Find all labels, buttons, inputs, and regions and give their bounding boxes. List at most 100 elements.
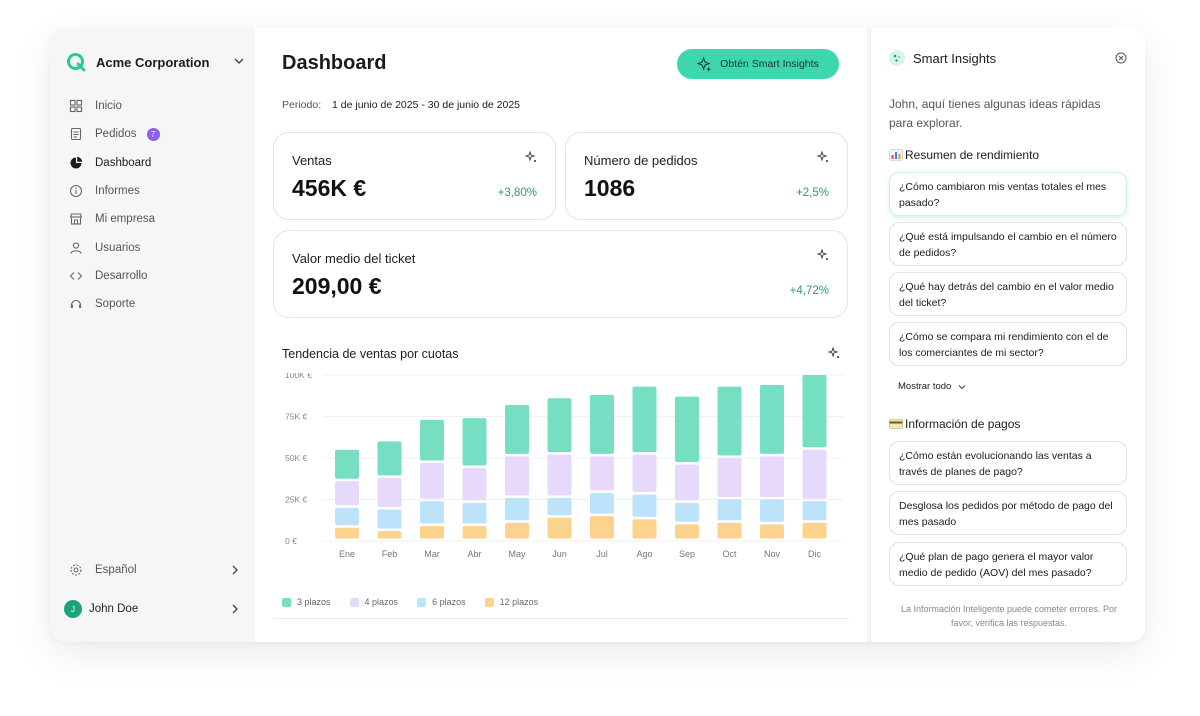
bar-segment[interactable] (420, 419, 444, 461)
bar-segment[interactable] (632, 454, 657, 493)
question-text: ¿Cómo se compara mi rendimiento con el d… (899, 331, 1109, 359)
sidebar-item-desarrollo[interactable]: Desarrollo (66, 262, 241, 290)
bar-segment[interactable] (632, 519, 657, 539)
legend-item[interactable]: 4 plazos (349, 597, 399, 607)
legend-item[interactable]: 12 plazos (484, 597, 538, 607)
bar-segment[interactable] (462, 502, 487, 524)
show-all-button[interactable]: Mostrar todo (898, 381, 967, 392)
bar-segment[interactable] (505, 497, 529, 521)
bar-segment[interactable] (802, 375, 827, 448)
bar-segment[interactable] (462, 526, 487, 539)
legend-item[interactable]: 3 plazos (282, 597, 331, 607)
bar-segment[interactable] (632, 386, 657, 453)
language-label: Español (95, 564, 137, 576)
bar-segment[interactable] (547, 398, 572, 453)
company-switcher[interactable]: Acme Corporation (66, 52, 246, 72)
bar-segment[interactable] (675, 396, 699, 463)
chevron-down-icon (234, 58, 244, 64)
bar-segment[interactable] (760, 384, 784, 454)
legend-swatch (417, 597, 427, 607)
sidebar-item-dashboard[interactable]: Dashboard (66, 149, 241, 177)
bar-segment[interactable] (802, 522, 827, 539)
store-icon (69, 213, 83, 225)
bar-segment[interactable] (335, 481, 359, 506)
sparkle-icon[interactable] (817, 151, 829, 163)
sparkle-icon[interactable] (828, 347, 840, 359)
legend-item[interactable]: 6 plazos (417, 597, 466, 607)
sparkle-icon[interactable] (817, 249, 829, 261)
language-selector[interactable]: Español (66, 560, 241, 580)
bar-segment[interactable] (377, 509, 402, 529)
sparkle-icon[interactable] (525, 151, 537, 163)
bar-segment[interactable] (547, 497, 572, 516)
sidebar-item-label: Pedidos (95, 128, 137, 141)
insight-question[interactable]: ¿Qué hay detrás del cambio en el valor m… (889, 272, 1127, 316)
bar-segment[interactable] (590, 394, 614, 454)
bar-segment[interactable] (675, 464, 699, 501)
bar-segment[interactable] (462, 418, 487, 466)
sidebar-item-soporte[interactable]: Soporte (66, 290, 241, 318)
credit-card-icon (889, 419, 903, 429)
main-content: Dashboard Obtén Smart Insights Periodo: … (255, 28, 867, 642)
x-tick-label: Oct (722, 549, 737, 559)
period-filter: Periodo: 1 de junio de 2025 - 30 de juni… (282, 99, 520, 111)
insight-question[interactable]: ¿Cómo están evolucionando las ventas a t… (889, 441, 1127, 485)
bar-segment[interactable] (590, 492, 614, 514)
sidebar-item-informes[interactable]: Informes (66, 177, 241, 205)
bar-segment[interactable] (547, 517, 572, 539)
insight-question[interactable]: ¿Cómo cambiaron mis ventas totales el me… (889, 172, 1127, 216)
insight-question[interactable]: Desglosa los pedidos por método de pago … (889, 491, 1127, 535)
bar-segment[interactable] (505, 456, 529, 496)
bar-segment[interactable] (462, 467, 487, 501)
kpi-card-pedidos[interactable]: Número de pedidos 1086 +2,5% (565, 132, 848, 220)
sidebar-item-label: Informes (95, 185, 140, 198)
bar-segment[interactable] (590, 456, 614, 491)
bar-segment[interactable] (420, 462, 444, 499)
sidebar-item-usuarios[interactable]: Usuarios (66, 233, 241, 261)
sidebar-item-inicio[interactable]: Inicio (66, 92, 241, 120)
smart-insights-button[interactable]: Obtén Smart Insights (677, 49, 839, 79)
user-menu[interactable]: J John Doe (64, 598, 241, 620)
bar-segment[interactable] (377, 531, 402, 539)
bar-chart-icon (889, 149, 903, 161)
bar-segment[interactable] (802, 501, 827, 521)
bar-segment[interactable] (420, 501, 444, 524)
bar-segment[interactable] (760, 499, 784, 522)
kpi-label: Ventas (292, 153, 332, 168)
bar-segment[interactable] (675, 502, 699, 522)
disclaimer: La Información Inteligente puede cometer… (900, 604, 1118, 628)
bar-segment[interactable] (505, 522, 529, 539)
question-text: ¿Qué plan de pago genera el mayor valor … (899, 551, 1094, 579)
bar-segment[interactable] (717, 499, 742, 521)
bar-segment[interactable] (717, 386, 742, 456)
bar-segment[interactable] (377, 477, 402, 507)
insight-question[interactable]: ¿Qué está impulsando el cambio en el núm… (889, 222, 1127, 266)
kpi-card-ticket[interactable]: Valor medio del ticket 209,00 € +4,72% (273, 230, 848, 318)
close-icon[interactable] (1115, 52, 1127, 64)
bar-segment[interactable] (632, 494, 657, 517)
sidebar-item-mi-empresa[interactable]: Mi empresa (66, 205, 241, 233)
insight-question[interactable]: ¿Cómo se compara mi rendimiento con el d… (889, 322, 1127, 366)
insight-question[interactable]: ¿Qué plan de pago genera el mayor valor … (889, 542, 1127, 586)
bar-segment[interactable] (802, 449, 827, 499)
bar-segment[interactable] (335, 507, 359, 526)
legend-label: 4 plazos (364, 597, 399, 607)
bar-segment[interactable] (760, 456, 784, 497)
bar-segment[interactable] (717, 458, 742, 497)
x-tick-label: Dic (808, 549, 821, 559)
kpi-delta: +2,5% (796, 187, 829, 199)
bar-segment[interactable] (760, 524, 784, 539)
bar-segment[interactable] (547, 454, 572, 496)
bar-segment[interactable] (717, 522, 742, 539)
kpi-card-ventas[interactable]: Ventas 456K € +3,80% (273, 132, 556, 220)
bar-segment[interactable] (335, 449, 359, 479)
bar-segment[interactable] (335, 527, 359, 539)
bar-segment[interactable] (505, 404, 529, 454)
bar-segment[interactable] (675, 524, 699, 539)
bar-segment[interactable] (420, 526, 444, 539)
bar-segment[interactable] (377, 441, 402, 476)
code-icon (69, 272, 83, 280)
sidebar-item-pedidos[interactable]: Pedidos 7 (66, 120, 241, 148)
bar-segment[interactable] (590, 516, 614, 539)
receipt-icon (70, 128, 82, 141)
